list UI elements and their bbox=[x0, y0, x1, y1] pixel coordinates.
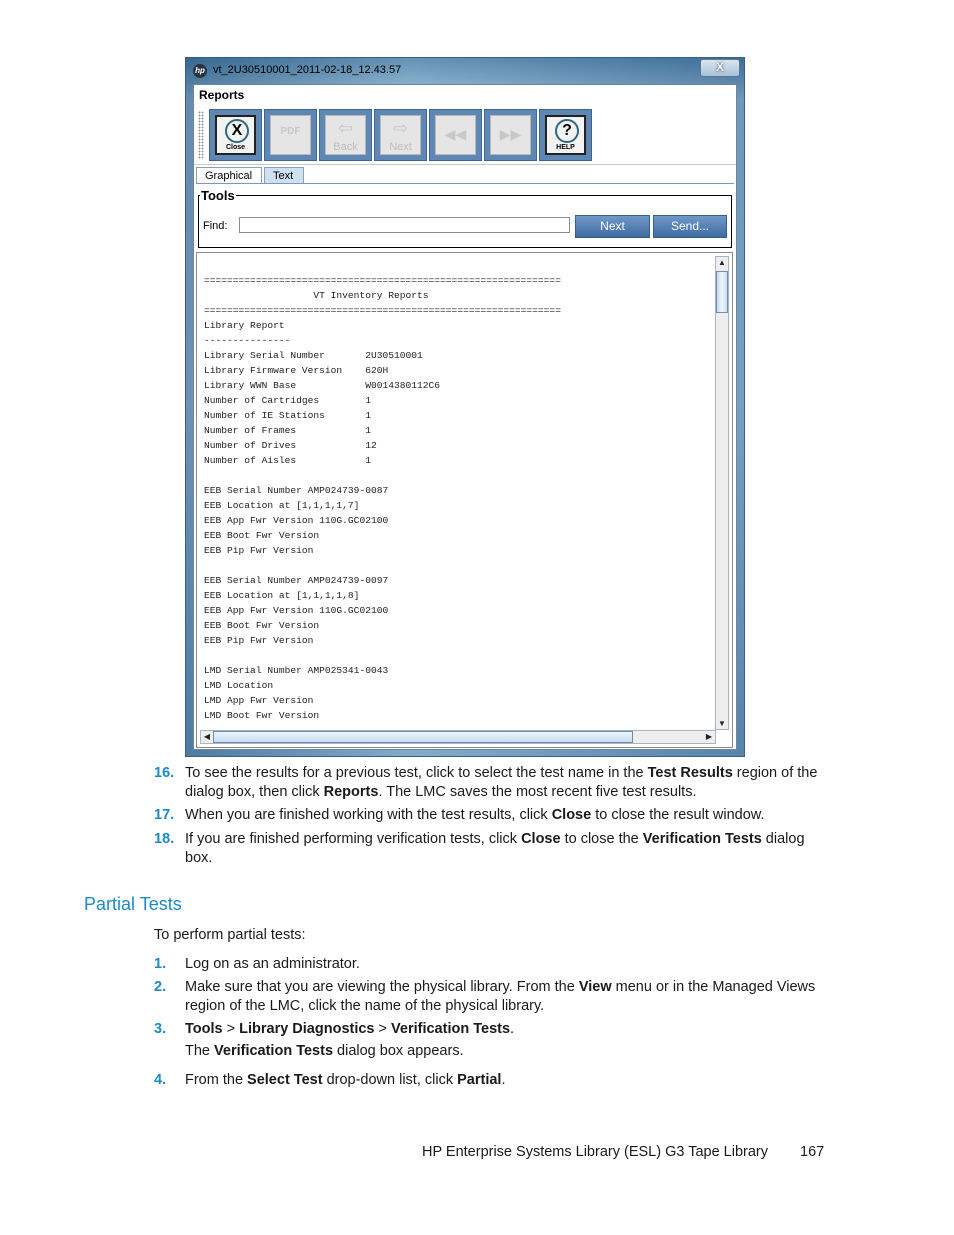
scroll-right-icon[interactable]: ▶ bbox=[703, 732, 715, 741]
step-text: Tools > Library Diagnostics > Verificati… bbox=[185, 1021, 515, 1037]
report-text: ========================================… bbox=[204, 275, 561, 721]
close-circle-icon: X bbox=[225, 119, 249, 143]
scroll-left-icon[interactable]: ◀ bbox=[201, 732, 213, 741]
next-button-label: Next bbox=[389, 141, 412, 153]
close-report-button[interactable]: X Close bbox=[209, 109, 262, 161]
first-page-button[interactable]: ◀◀ bbox=[429, 109, 482, 161]
step-text: Log on as an administrator. bbox=[185, 956, 360, 972]
tab-text[interactable]: Text bbox=[264, 167, 304, 183]
report-toolbar: X Close PDF ⇦ Back ⇨ Next ◀◀ ▶▶ ? HELP bbox=[195, 107, 735, 163]
tab-underline bbox=[196, 183, 734, 184]
window-titlebar[interactable]: hp vt_2U30510001_2011-02-18_12.43.57 X bbox=[186, 58, 744, 84]
next-arrow-icon: ⇨ bbox=[392, 118, 409, 138]
window-client-area: Reports X Close PDF ⇦ Back ⇨ Next ◀◀ ▶▶ … bbox=[193, 84, 737, 750]
reports-window: hp vt_2U30510001_2011-02-18_12.43.57 X R… bbox=[185, 57, 745, 757]
send-button[interactable]: Send... bbox=[653, 215, 727, 238]
step-text: Make sure that you are viewing the physi… bbox=[185, 979, 816, 1014]
step-number: 17. bbox=[154, 807, 175, 823]
step-number: 1. bbox=[154, 956, 167, 972]
step-number: 3. bbox=[154, 1021, 167, 1037]
step-3-note: The Verification Tests dialog box appear… bbox=[185, 1043, 464, 1059]
window-close-button[interactable]: X bbox=[700, 59, 740, 77]
tools-legend: Tools bbox=[200, 188, 236, 203]
pdf-icon: PDF bbox=[280, 126, 301, 137]
step-number: 16. bbox=[154, 765, 175, 781]
step-text: To see the results for a previous test, … bbox=[185, 765, 818, 800]
section-heading: Partial Tests bbox=[84, 894, 182, 914]
help-question-icon: ? bbox=[555, 119, 579, 143]
back-button[interactable]: ⇦ Back bbox=[319, 109, 372, 161]
step-text: When you are finished working with the t… bbox=[185, 807, 765, 823]
find-next-button[interactable]: Next bbox=[575, 215, 650, 238]
horizontal-scroll-thumb[interactable] bbox=[213, 731, 633, 743]
hp-logo-icon: hp bbox=[193, 64, 207, 78]
last-page-button[interactable]: ▶▶ bbox=[484, 109, 537, 161]
scroll-down-icon[interactable]: ▼ bbox=[716, 719, 728, 728]
window-title: vt_2U30510001_2011-02-18_12.43.57 bbox=[213, 64, 402, 76]
export-pdf-button[interactable]: PDF bbox=[264, 109, 317, 161]
tab-graphical[interactable]: Graphical bbox=[196, 167, 262, 183]
step-number: 18. bbox=[154, 831, 175, 847]
toolbar-grip-handle[interactable] bbox=[198, 111, 204, 159]
find-label: Find: bbox=[203, 220, 228, 232]
help-button[interactable]: ? HELP bbox=[539, 109, 592, 161]
close-button-label: Close bbox=[225, 144, 246, 151]
step-number: 2. bbox=[154, 979, 167, 995]
scroll-up-icon[interactable]: ▲ bbox=[716, 258, 728, 267]
footer-title: HP Enterprise Systems Library (ESL) G3 T… bbox=[422, 1144, 768, 1160]
page-number: 167 bbox=[800, 1144, 825, 1160]
horizontal-scrollbar[interactable]: ◀ ▶ bbox=[200, 730, 716, 744]
section-intro: To perform partial tests: bbox=[154, 927, 306, 943]
rewind-icon: ◀◀ bbox=[444, 126, 467, 142]
next-page-button[interactable]: ⇨ Next bbox=[374, 109, 427, 161]
back-arrow-icon: ⇦ bbox=[337, 118, 354, 138]
vertical-scrollbar[interactable]: ▲ ▼ bbox=[715, 256, 729, 730]
toolbar-divider bbox=[194, 164, 736, 165]
step-text: From the Select Test drop-down list, cli… bbox=[185, 1072, 506, 1088]
step-text: If you are finished performing verificat… bbox=[185, 831, 805, 866]
find-input[interactable] bbox=[239, 217, 570, 233]
help-button-label: HELP bbox=[556, 144, 575, 151]
vertical-scroll-thumb[interactable] bbox=[716, 271, 728, 313]
reports-heading: Reports bbox=[199, 88, 245, 102]
fast-forward-icon: ▶▶ bbox=[499, 126, 522, 142]
step-number: 4. bbox=[154, 1072, 167, 1088]
report-text-pane[interactable]: ========================================… bbox=[196, 252, 733, 748]
back-button-label: Back bbox=[333, 141, 358, 153]
